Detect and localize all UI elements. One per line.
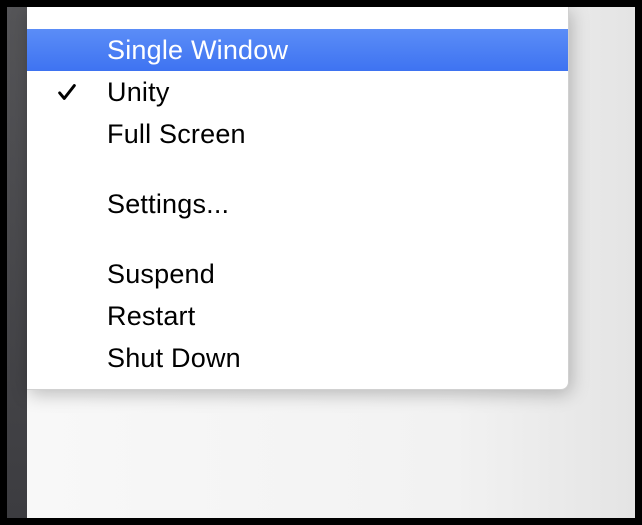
menu-group-power: Suspend Restart Shut Down	[27, 253, 568, 385]
menu-group-settings: Settings...	[27, 183, 568, 253]
menu-item-suspend[interactable]: Suspend	[27, 253, 568, 295]
menu-item-label: Settings...	[107, 189, 568, 220]
menu-item-settings[interactable]: Settings...	[27, 183, 568, 225]
menu-item-full-screen[interactable]: Full Screen	[27, 113, 568, 155]
menu-item-label: Full Screen	[107, 119, 568, 150]
menu-item-label: Suspend	[107, 259, 568, 290]
menu-item-unity[interactable]: Unity	[27, 71, 568, 113]
window-frame: Single Window Unity Full Screen	[7, 7, 635, 518]
menu-item-single-window[interactable]: Single Window	[27, 29, 568, 71]
menu-item-label: Restart	[107, 301, 568, 332]
menu-item-shut-down[interactable]: Shut Down	[27, 337, 568, 379]
menu-item-label: Shut Down	[107, 343, 568, 374]
menu-item-restart[interactable]: Restart	[27, 295, 568, 337]
context-menu: Single Window Unity Full Screen	[27, 7, 569, 390]
menu-item-label: Single Window	[107, 35, 568, 66]
menu-item-label: Unity	[107, 77, 568, 108]
menu-group-view: Single Window Unity Full Screen	[27, 29, 568, 183]
outer-container: Single Window Unity Full Screen	[7, 7, 635, 518]
left-background-strip	[7, 7, 27, 518]
menu-backdrop: Single Window Unity Full Screen	[27, 7, 635, 518]
check-icon	[27, 81, 107, 103]
